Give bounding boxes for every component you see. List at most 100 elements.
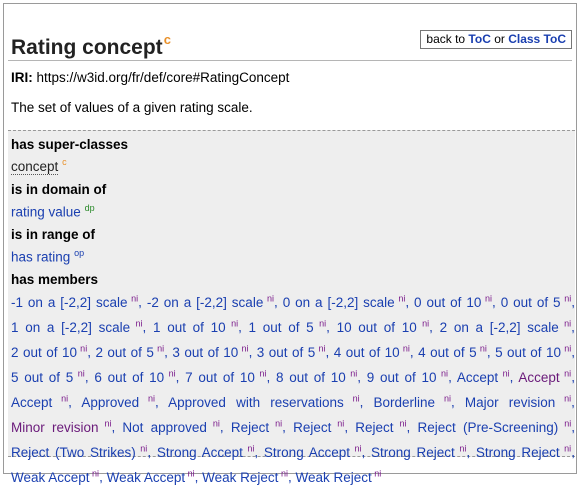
toc-link[interactable]: ToC xyxy=(468,32,490,46)
member-link[interactable]: Accept xyxy=(457,370,498,385)
member-link[interactable]: Weak Accept xyxy=(107,470,186,485)
member-link[interactable]: Minor revision xyxy=(11,420,98,435)
member-item: 2 out of 10 ni xyxy=(11,343,88,360)
member-item: 10 out of 10 ni xyxy=(337,318,430,335)
member-link[interactable]: Borderline xyxy=(374,395,436,410)
ni-badge: ni xyxy=(476,343,487,353)
member-link[interactable]: Weak Accept xyxy=(11,470,90,485)
ni-badge: ni xyxy=(130,318,143,328)
range-of-heading: is in range of xyxy=(11,227,96,242)
member-item: Accept ni xyxy=(518,368,572,385)
member-item: -2 on a [-2,2] scale ni xyxy=(147,293,274,310)
member-link[interactable]: 3 out of 5 xyxy=(257,345,315,360)
ni-badge: ni xyxy=(254,368,267,378)
description-box: has super-classes concept c is in domain… xyxy=(8,130,575,485)
member-link[interactable]: Not approved xyxy=(122,420,207,435)
member-link[interactable]: 7 out of 10 xyxy=(185,370,255,385)
class-toc-link[interactable]: Class ToC xyxy=(508,32,566,46)
ni-badge: ni xyxy=(555,393,572,403)
member-link[interactable]: 5 out of 5 xyxy=(11,370,73,385)
member-link[interactable]: 1 out of 10 xyxy=(153,320,226,335)
member-link[interactable]: 1 on a [-2,2] scale xyxy=(11,320,130,335)
member-link[interactable]: 4 out of 10 xyxy=(334,345,400,360)
member-link[interactable]: 4 out of 5 xyxy=(418,345,476,360)
member-item: Strong Accept ni xyxy=(264,443,362,460)
member-link[interactable]: Reject (Two Strikes) xyxy=(11,445,136,460)
member-item: Major revision ni xyxy=(465,393,572,410)
member-link[interactable]: Strong Reject xyxy=(476,445,560,460)
member-link[interactable]: Reject (Pre-Screening) xyxy=(417,420,558,435)
member-item: Strong Reject ni xyxy=(476,443,572,460)
iri-value: https://w3id.org/fr/def/core#RatingConce… xyxy=(36,70,290,85)
ni-badge: ni xyxy=(558,318,572,328)
ni-badge: ni xyxy=(278,468,288,478)
member-item: Accept ni xyxy=(457,368,510,385)
member-link[interactable]: 8 out of 10 xyxy=(276,370,346,385)
class-badge: c xyxy=(62,157,67,167)
member-item: 9 out of 10 ni xyxy=(367,368,448,385)
super-classes-heading: has super-classes xyxy=(11,137,129,152)
ni-badge: ni xyxy=(315,343,326,353)
member-link[interactable]: -1 on a [-2,2] scale xyxy=(11,295,127,310)
back-prefix: back to xyxy=(426,32,469,46)
member-item: 2 out of 5 ni xyxy=(95,343,164,360)
ni-badge: ni xyxy=(76,343,88,353)
member-item: Strong Reject ni xyxy=(371,443,466,460)
member-link[interactable]: 1 out of 5 xyxy=(249,320,314,335)
has-rating-link[interactable]: has rating xyxy=(11,250,70,265)
member-link[interactable]: 9 out of 10 xyxy=(367,370,437,385)
member-link[interactable]: Weak Reject xyxy=(202,470,278,485)
member-link[interactable]: 2 out of 5 xyxy=(95,345,153,360)
ni-badge: ni xyxy=(559,443,572,453)
member-link[interactable]: Strong Accept xyxy=(157,445,243,460)
entity-comment: The set of values of a given rating scal… xyxy=(11,100,253,115)
member-link[interactable]: 5 out of 10 xyxy=(495,345,561,360)
member-link[interactable]: Approved with reservations xyxy=(168,395,344,410)
ni-badge: ni xyxy=(558,418,572,428)
member-link[interactable]: 6 out of 10 xyxy=(94,370,164,385)
member-link[interactable]: -2 on a [-2,2] scale xyxy=(147,295,263,310)
member-item: 6 out of 10 ni xyxy=(94,368,175,385)
ni-badge: ni xyxy=(206,418,220,428)
ni-badge: ni xyxy=(185,468,195,478)
member-item: Minor revision ni xyxy=(11,418,111,435)
member-item: 1 out of 5 ni xyxy=(249,318,327,335)
member-link[interactable]: 2 out of 10 xyxy=(11,345,77,360)
ni-badge: ni xyxy=(399,343,410,353)
dp-badge: dp xyxy=(84,203,95,213)
ni-badge: ni xyxy=(343,393,360,403)
rating-value-link[interactable]: rating value xyxy=(11,205,81,220)
ni-badge: ni xyxy=(135,443,148,453)
member-link[interactable]: 10 out of 10 xyxy=(337,320,417,335)
member-link[interactable]: Approved xyxy=(81,395,139,410)
member-link[interactable]: Weak Reject xyxy=(295,470,371,485)
member-link[interactable]: Strong Reject xyxy=(371,445,455,460)
member-item: Reject ni xyxy=(293,418,344,435)
member-link[interactable]: Strong Accept xyxy=(264,445,350,460)
member-link[interactable]: Accept xyxy=(11,395,52,410)
member-link[interactable]: Accept xyxy=(518,370,559,385)
member-item: 2 on a [-2,2] scale ni xyxy=(440,318,572,335)
member-item: 1 on a [-2,2] scale ni xyxy=(11,318,143,335)
member-link[interactable]: 0 out of 10 xyxy=(414,295,481,310)
super-class-concept[interactable]: concept xyxy=(11,158,59,175)
member-link[interactable]: Reject xyxy=(293,420,331,435)
ni-badge: ni xyxy=(393,418,407,428)
member-link[interactable]: 3 out of 10 xyxy=(172,345,238,360)
member-link[interactable]: Reject xyxy=(355,420,393,435)
member-link[interactable]: 2 on a [-2,2] scale xyxy=(440,320,559,335)
ni-badge: ni xyxy=(559,368,572,378)
member-link[interactable]: 0 on a [-2,2] scale xyxy=(283,295,395,310)
member-link[interactable]: 0 out of 5 xyxy=(501,295,561,310)
ni-badge: ni xyxy=(394,293,406,303)
op-badge: op xyxy=(74,248,85,258)
class-badge: c xyxy=(163,32,171,47)
member-link[interactable]: Major revision xyxy=(465,395,555,410)
domain-of-value: rating value dp xyxy=(11,203,95,220)
member-link[interactable]: Reject xyxy=(231,420,269,435)
members-list: -1 on a [-2,2] scale ni, -2 on a [-2,2] … xyxy=(11,293,576,485)
member-item: Borderline ni xyxy=(374,393,451,410)
ni-badge: ni xyxy=(498,368,510,378)
ni-badge: ni xyxy=(371,468,382,478)
member-item: 5 out of 5 ni xyxy=(11,368,85,385)
